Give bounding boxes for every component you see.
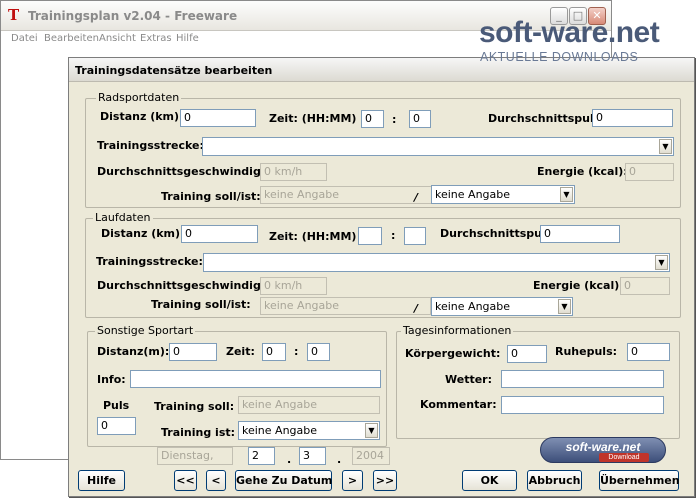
lauf-energie-label: Energie (kcal): bbox=[533, 279, 624, 292]
badge-download-label: Download bbox=[599, 453, 649, 462]
rad-puls-label: Durchschnittspuls: bbox=[488, 112, 605, 125]
watermark-tagline: AKTUELLE DOWNLOADS bbox=[480, 50, 639, 64]
sonst-zeit-separator: : bbox=[294, 345, 299, 358]
rad-energie-field: 0 bbox=[625, 163, 674, 181]
lauf-zeit-separator: : bbox=[391, 229, 396, 242]
tages-wetter-input[interactable] bbox=[501, 370, 664, 388]
lauf-ist-value: keine Angabe bbox=[435, 300, 511, 313]
tages-gewicht-input[interactable]: 0 bbox=[507, 345, 547, 363]
dialog-title: Trainingsdatensätze bearbeiten bbox=[75, 64, 273, 77]
sonst-zeit-hh-input[interactable]: 0 bbox=[262, 343, 286, 361]
rad-slash: / bbox=[414, 191, 419, 204]
chevron-down-icon[interactable]: ▼ bbox=[659, 139, 672, 154]
lauf-energie-field: 0 bbox=[620, 277, 670, 295]
rad-puls-input[interactable]: 0 bbox=[592, 109, 673, 127]
lauf-ist-select[interactable]: keine Angabe ▼ bbox=[431, 297, 573, 316]
sonst-info-input[interactable] bbox=[130, 370, 381, 388]
tages-wetter-label: Wetter: bbox=[445, 373, 493, 386]
main-window-title: Trainingsplan v2.04 - Freeware bbox=[28, 9, 238, 23]
rad-zeit-hh-input[interactable]: 0 bbox=[361, 110, 384, 128]
rad-soll-field: keine Angabe bbox=[260, 186, 432, 204]
lauf-puls-input[interactable]: 0 bbox=[540, 225, 620, 243]
next-record-button[interactable]: > bbox=[342, 470, 363, 491]
first-record-button[interactable]: << bbox=[174, 470, 197, 491]
sonst-distanz-input[interactable]: 0 bbox=[169, 343, 217, 361]
date-month-input[interactable]: 3 bbox=[299, 447, 326, 465]
rad-energie-label: Energie (kcal): bbox=[537, 165, 628, 178]
lauf-zeit-mm-input[interactable] bbox=[404, 227, 426, 245]
rad-ist-value: keine Angabe bbox=[435, 188, 511, 201]
edit-training-dialog: Trainingsdatensätze bearbeiten Radsportd… bbox=[68, 57, 695, 497]
rad-geschw-field: 0 km/h bbox=[260, 163, 327, 181]
abbruch-button[interactable]: Abbruch bbox=[527, 470, 582, 491]
tages-kommentar-label: Kommentar: bbox=[420, 398, 497, 411]
date-separator-2: . bbox=[337, 453, 342, 466]
last-record-button[interactable]: >> bbox=[373, 470, 397, 491]
tages-gewicht-label: Körpergewicht: bbox=[405, 347, 501, 360]
tages-ruhepuls-input[interactable]: 0 bbox=[627, 343, 670, 361]
lauf-distanz-input[interactable]: 0 bbox=[181, 225, 258, 243]
rad-ist-select[interactable]: keine Angabe ▼ bbox=[431, 185, 575, 204]
prev-record-button[interactable]: < bbox=[206, 470, 226, 491]
sonst-zeit-label: Zeit: bbox=[226, 345, 255, 358]
menu-ansicht[interactable]: Ansicht bbox=[99, 33, 136, 44]
lauf-geschw-field: 0 km/h bbox=[260, 277, 327, 295]
group-radsport-title: Radsportdaten bbox=[96, 91, 182, 104]
sonst-soll-label: Training soll: bbox=[154, 400, 235, 413]
hilfe-button[interactable]: Hilfe bbox=[78, 470, 125, 491]
group-lauf-title: Laufdaten bbox=[93, 211, 153, 224]
date-day-input[interactable]: 2 bbox=[248, 447, 275, 465]
sonst-soll-field: keine Angabe bbox=[238, 396, 380, 414]
chevron-down-icon[interactable]: ▼ bbox=[365, 423, 378, 438]
lauf-soll-field: keine Angabe bbox=[260, 297, 431, 315]
sonst-puls-label: Puls bbox=[103, 399, 130, 412]
chevron-down-icon[interactable]: ▼ bbox=[655, 255, 668, 270]
group-tages-title: Tagesinformationen bbox=[401, 324, 514, 337]
lauf-distanz-label: Distanz (km): bbox=[101, 227, 185, 240]
menu-hilfe[interactable]: Hilfe bbox=[176, 33, 199, 44]
sonst-info-label: Info: bbox=[97, 373, 126, 386]
download-badge: soft-ware.net Download bbox=[540, 437, 666, 463]
goto-date-button[interactable]: Gehe Zu Datum bbox=[235, 470, 332, 491]
watermark-logo: soft-ware.net bbox=[479, 16, 660, 49]
sonst-distanz-label: Distanz(m): bbox=[97, 345, 170, 358]
date-weekday-field: Dienstag, bbox=[157, 447, 233, 465]
lauf-zeit-label: Zeit: (HH:MM) bbox=[269, 230, 357, 243]
rad-soll-ist-label: Training soll/ist: bbox=[161, 190, 261, 203]
rad-zeit-label: Zeit: (HH:MM) bbox=[269, 112, 357, 125]
tages-kommentar-input[interactable] bbox=[501, 396, 664, 414]
chevron-down-icon[interactable]: ▼ bbox=[560, 187, 573, 202]
sonst-zeit-mm-input[interactable]: 0 bbox=[307, 343, 330, 361]
menu-datei[interactable]: Datei bbox=[11, 33, 38, 44]
date-separator-1: . bbox=[287, 453, 292, 466]
tages-ruhepuls-label: Ruhepuls: bbox=[555, 345, 618, 358]
group-sonstige-title: Sonstige Sportart bbox=[95, 324, 196, 337]
app-icon: T bbox=[8, 6, 20, 24]
uebernehmen-button[interactable]: Übernehmen bbox=[599, 470, 680, 491]
rad-distanz-label: Distanz (km): bbox=[100, 110, 184, 123]
lauf-strecke-label: Trainingsstrecke: bbox=[96, 255, 203, 268]
sonst-ist-select[interactable]: keine Angabe ▼ bbox=[238, 421, 380, 440]
rad-strecke-select[interactable]: ▼ bbox=[202, 137, 674, 156]
sonst-ist-value: keine Angabe bbox=[242, 424, 318, 437]
ok-button[interactable]: OK bbox=[462, 470, 517, 491]
rad-strecke-label: Trainingsstrecke: bbox=[97, 139, 204, 152]
menu-bearbeiten[interactable]: Bearbeiten bbox=[44, 33, 99, 44]
lauf-soll-ist-label: Training soll/ist: bbox=[151, 298, 251, 311]
date-year-field: 2004 bbox=[352, 447, 390, 465]
sonst-puls-input[interactable]: 0 bbox=[97, 417, 136, 435]
rad-zeit-mm-input[interactable]: 0 bbox=[409, 110, 431, 128]
lauf-slash: / bbox=[414, 302, 419, 315]
badge-brand: soft-ware.net bbox=[565, 440, 641, 454]
lauf-zeit-hh-input[interactable] bbox=[358, 227, 382, 245]
rad-distanz-input[interactable]: 0 bbox=[180, 109, 256, 127]
lauf-strecke-select[interactable]: ▼ bbox=[203, 253, 670, 272]
sonst-ist-label: Training ist: bbox=[161, 426, 236, 439]
menu-extras[interactable]: Extras bbox=[140, 33, 172, 44]
rad-zeit-separator: : bbox=[392, 113, 397, 126]
chevron-down-icon[interactable]: ▼ bbox=[558, 299, 571, 314]
